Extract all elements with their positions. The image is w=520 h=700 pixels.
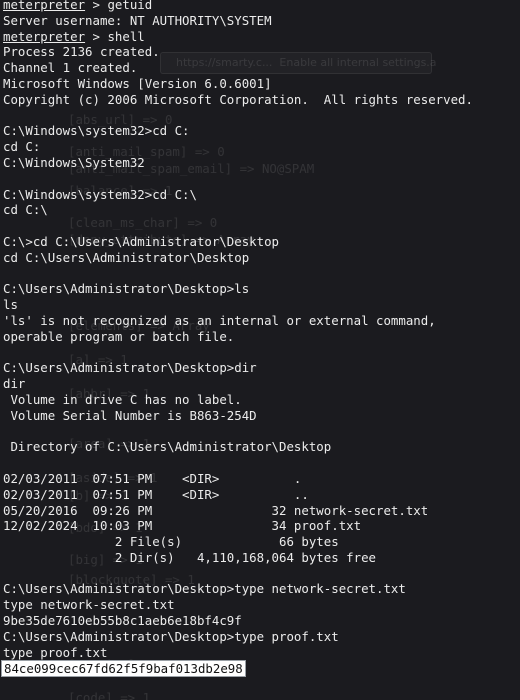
output-line: Directory of C:\Users\Administrator\Desk… bbox=[3, 439, 332, 455]
output-line: C:\Windows\system32>cd C:\ bbox=[3, 186, 197, 202]
output-line: C:\Windows\system32>cd C: bbox=[3, 123, 190, 139]
ghost-line: [code] => 1 bbox=[68, 690, 151, 700]
output-line: C:\Users\Administrator\Desktop>type netw… bbox=[3, 581, 406, 597]
output-line: 2 Dir(s) 4,110,168,064 bytes free bbox=[3, 549, 376, 565]
output-line: Process 2136 created. bbox=[3, 44, 160, 60]
output-line: type proof.txt bbox=[3, 644, 108, 660]
output-line: C:\>cd C:\Users\Administrator\Desktop bbox=[3, 233, 280, 249]
output-line: Channel 1 created. bbox=[3, 60, 138, 76]
output-line: Volume Serial Number is B863-254D bbox=[3, 407, 257, 423]
prompt-command: getuid bbox=[107, 0, 153, 12]
meterpreter-prompt-line: meterpreter > shell bbox=[3, 29, 520, 45]
output-line: C:\Users\Administrator\Desktop>dir bbox=[3, 360, 257, 376]
output-line: 02/03/2011 07:51 PM <DIR> .. bbox=[3, 486, 309, 502]
output-line: Volume in drive C has no label. bbox=[3, 391, 242, 407]
output-line: Microsoft Windows [Version 6.0.6001] bbox=[3, 75, 272, 91]
output-line: Copyright (c) 2006 Microsoft Corporation… bbox=[3, 91, 473, 107]
meterpreter-prompt-line: meterpreter > getuid bbox=[3, 0, 520, 13]
prompt-separator: > bbox=[85, 28, 108, 44]
output-line: 05/20/2016 09:26 PM 32 network-secret.tx… bbox=[3, 502, 429, 518]
output-line: 9be35de7610eb55b8c1aeb6e18bf4c9f bbox=[3, 613, 242, 629]
output-line: 02/03/2011 07:51 PM <DIR> . bbox=[3, 470, 302, 486]
output-line: 12/02/2024 10:03 PM 34 proof.txt bbox=[3, 518, 362, 534]
prompt-label: meterpreter bbox=[3, 0, 86, 12]
output-line: dir bbox=[3, 376, 26, 392]
prompt-label: meterpreter bbox=[3, 28, 86, 44]
output-line-selected: 84ce099cec67fd62f5f9baf013db2e98 bbox=[1, 660, 520, 678]
output-line: 2 File(s) 66 bytes bbox=[3, 534, 339, 550]
output-line: cd C: bbox=[3, 139, 41, 155]
output-line: cd C:\ bbox=[3, 202, 48, 218]
output-line: 'ls' is not recognized as an internal or… bbox=[3, 312, 436, 328]
output-line: operable program or batch file. bbox=[3, 328, 235, 344]
output-line: C:\Users\Administrator\Desktop>type proo… bbox=[3, 628, 339, 644]
output-line: C:\Windows\System32 bbox=[3, 154, 145, 170]
prompt-separator: > bbox=[85, 0, 108, 12]
output-line: C:\Users\Administrator\Desktop>ls bbox=[3, 281, 250, 297]
selected-hash-text[interactable]: 84ce099cec67fd62f5f9baf013db2e98 bbox=[1, 660, 246, 678]
prompt-command: shell bbox=[107, 28, 145, 44]
terminal-output: meterpreter > getuid Server username: NT … bbox=[0, 0, 520, 678]
output-line: cd C:\Users\Administrator\Desktop bbox=[3, 249, 250, 265]
terminal-window[interactable]: https://smarty.c... Enable all internal … bbox=[0, 0, 520, 700]
output-line: type network-secret.txt bbox=[3, 597, 175, 613]
output-line: ls bbox=[3, 297, 18, 313]
output-line: Server username: NT AUTHORITY\SYSTEM bbox=[3, 12, 272, 28]
